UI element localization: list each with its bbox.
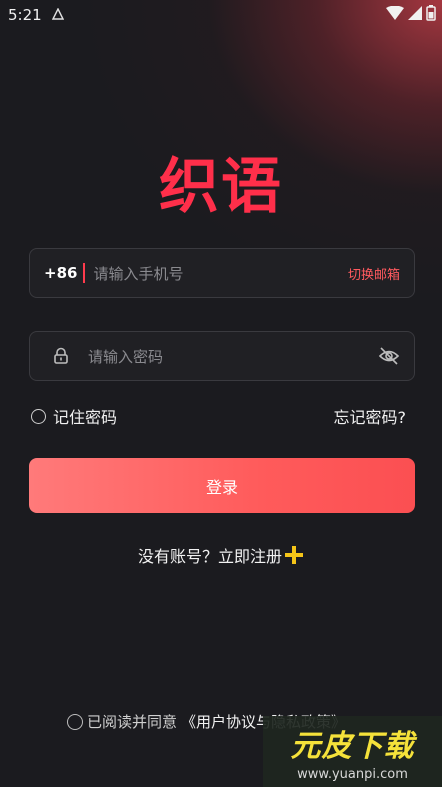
remember-label: 记住密码 (53, 408, 118, 427)
phone-field[interactable]: +86 请输入手机号 切换邮箱 (29, 248, 415, 298)
background-glow (0, 0, 442, 787)
watermark-url: www.yuanpi.com (297, 767, 408, 782)
text-cursor (83, 263, 86, 283)
lock-icon (52, 347, 70, 365)
agreement-checkbox[interactable] (67, 713, 83, 730)
remember-password[interactable]: 记住密码 (31, 404, 117, 428)
status-time: 5:21 (8, 6, 42, 24)
remember-checkbox[interactable] (31, 408, 46, 424)
login-button[interactable]: 登录 (29, 458, 415, 513)
status-bar: 5:21 (0, 0, 442, 30)
watermark: 元皮下载 www.yuanpi.com (263, 716, 442, 787)
app-logo: 织语 (159, 152, 283, 222)
wifi-icon (386, 5, 404, 24)
register-label[interactable]: 没有账号？立即注册 (138, 543, 282, 567)
signal-icon (408, 6, 422, 24)
agreement-prefix: 已阅读并同意 (87, 713, 178, 731)
switch-email-link[interactable]: 切换邮箱 (348, 264, 400, 283)
eye-off-icon[interactable] (378, 345, 400, 367)
plus-icon (284, 545, 304, 565)
forgot-password-link[interactable]: 忘记密码? (334, 404, 407, 428)
phone-input[interactable]: 请输入手机号 (93, 263, 348, 284)
register-link[interactable]: 没有账号？立即注册 (0, 543, 442, 567)
country-code[interactable]: +86 (44, 264, 77, 282)
password-field[interactable]: 请输入密码 (29, 331, 415, 381)
password-input[interactable]: 请输入密码 (88, 346, 378, 367)
watermark-title: 元皮下载 (290, 729, 415, 764)
battery-icon (426, 5, 436, 25)
notification-icon (51, 6, 64, 24)
